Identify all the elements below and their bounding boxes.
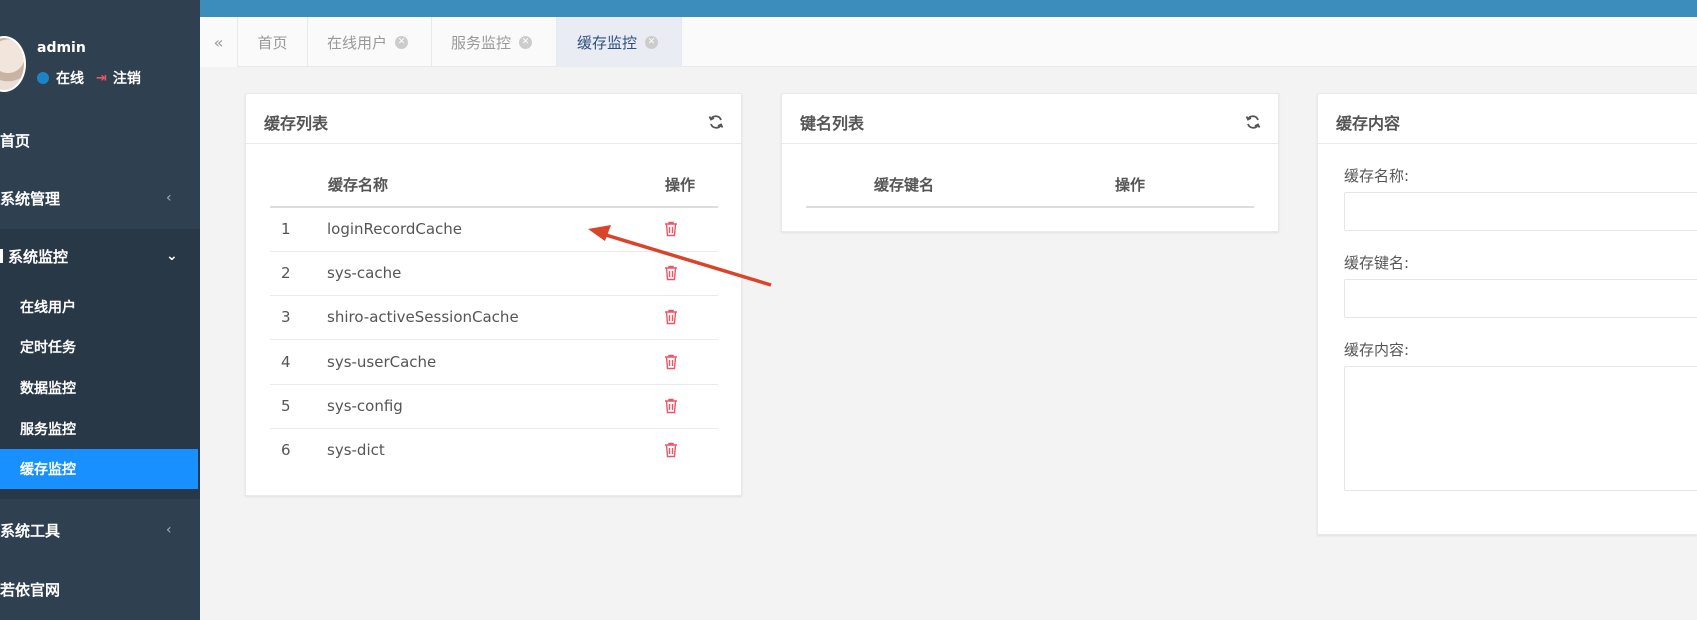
chevron-left-icon: ‹ — [166, 190, 172, 206]
divider — [270, 428, 718, 429]
cache-content-label: 缓存内容: — [1344, 341, 1410, 359]
sidebar-item-system-monitor[interactable]: 系统监控 ⌄ — [0, 244, 200, 268]
chevron-left-icon: ‹ — [166, 522, 172, 538]
trash-icon[interactable] — [664, 398, 678, 414]
online-label: 在线 — [56, 71, 84, 87]
column-header-operation: 操作 — [665, 176, 696, 194]
column-header-operation: 操作 — [1115, 176, 1146, 194]
sidebar-item-online-users[interactable]: 在线用户 — [20, 297, 76, 317]
row-index: 5 — [281, 397, 291, 415]
avatar[interactable] — [0, 36, 26, 92]
divider — [270, 339, 718, 340]
tab-label: 在线用户 — [327, 33, 388, 52]
panel-title: 缓存内容 — [1336, 114, 1401, 133]
monitor-icon — [0, 249, 3, 263]
cache-content-panel: 缓存内容 缓存名称: 缓存键名: 缓存内容: — [1317, 93, 1697, 535]
divider — [270, 384, 718, 385]
tab-label: 缓存监控 — [577, 33, 638, 52]
sidebar-item-label: 系统工具 — [0, 521, 61, 540]
sidebar-item-label: 首页 — [0, 131, 31, 150]
cache-name[interactable]: shiro-activeSessionCache — [327, 308, 519, 326]
user-status: 在线 ⇥ 注销 — [37, 68, 141, 88]
table-header-line — [806, 206, 1254, 208]
sidebar-item-home[interactable]: 首页 — [0, 128, 200, 152]
refresh-icon[interactable] — [1245, 114, 1261, 130]
panel-title: 键名列表 — [800, 114, 865, 133]
sidebar-item-system-admin[interactable]: 系统管理 ‹ — [0, 186, 200, 210]
key-list-panel: 键名列表 缓存键名 操作 — [781, 93, 1279, 232]
close-icon[interactable]: ✕ — [519, 35, 533, 49]
sidebar-item-label: 若依官网 — [0, 580, 61, 599]
divider — [270, 295, 718, 296]
column-header-name: 缓存名称 — [328, 176, 389, 194]
tab-label: 首页 — [257, 33, 288, 52]
tab-home[interactable]: 首页 — [238, 17, 308, 67]
divider — [246, 143, 741, 144]
row-index: 1 — [281, 220, 291, 238]
row-index: 4 — [281, 353, 291, 371]
sidebar-item-server-monitor[interactable]: 服务监控 — [20, 419, 76, 439]
trash-icon[interactable] — [664, 309, 678, 325]
column-header-key: 缓存键名 — [874, 176, 935, 194]
tab-scroll-left-icon[interactable]: « — [200, 17, 238, 67]
trash-icon[interactable] — [664, 221, 678, 237]
tab-cache-monitor[interactable]: 缓存监控 ✕ — [557, 17, 682, 67]
cache-name[interactable]: sys-dict — [327, 441, 385, 459]
trash-icon[interactable] — [664, 442, 678, 458]
cache-content-textarea[interactable] — [1344, 366, 1697, 491]
sidebar-item-label: 系统管理 — [0, 189, 61, 208]
cache-key-field[interactable] — [1344, 279, 1697, 318]
sidebar-item-ruoyi-site[interactable]: 若依官网 — [0, 577, 200, 601]
cache-name[interactable]: loginRecordCache — [327, 220, 462, 238]
divider — [270, 251, 718, 252]
sidebar-item-data-monitor[interactable]: 数据监控 — [20, 378, 76, 398]
cache-list-panel: 缓存列表 缓存名称 操作 1 loginRecordCache 2 sys-ca… — [245, 93, 742, 496]
cache-name[interactable]: sys-config — [327, 397, 403, 415]
chevron-down-icon: ⌄ — [166, 248, 178, 264]
cache-name-field[interactable] — [1344, 192, 1697, 231]
cache-key-label: 缓存键名: — [1344, 254, 1410, 272]
tab-label: 服务监控 — [451, 33, 512, 52]
sidebar: admin 在线 ⇥ 注销 首页 系统管理 ‹ 系统监控 ⌄ 在线用户 定时任务… — [0, 0, 200, 620]
row-index: 2 — [281, 264, 291, 282]
trash-icon[interactable] — [664, 265, 678, 281]
sidebar-item-cache-monitor[interactable]: 缓存监控 — [20, 459, 76, 479]
top-header-bar — [0, 0, 1697, 17]
panel-title: 缓存列表 — [264, 114, 329, 133]
logout-icon[interactable]: ⇥ — [96, 71, 107, 86]
sidebar-item-label: 系统监控 — [8, 247, 69, 266]
user-panel: admin 在线 ⇥ 注销 — [0, 0, 200, 114]
sidebar-item-system-tools[interactable]: 系统工具 ‹ — [0, 518, 200, 542]
user-name: admin — [37, 40, 86, 56]
tab-server-monitor[interactable]: 服务监控 ✕ — [432, 17, 557, 67]
divider — [782, 143, 1278, 144]
cache-name[interactable]: sys-cache — [327, 264, 401, 282]
row-index: 3 — [281, 308, 291, 326]
close-icon[interactable]: ✕ — [395, 35, 409, 49]
close-icon[interactable]: ✕ — [645, 35, 659, 49]
tab-online-users[interactable]: 在线用户 ✕ — [308, 17, 432, 67]
trash-icon[interactable] — [664, 354, 678, 370]
table-header-line — [270, 206, 718, 208]
logout-link[interactable]: 注销 — [113, 68, 141, 88]
online-status-icon — [37, 72, 49, 84]
cache-name-label: 缓存名称: — [1344, 167, 1410, 185]
row-index: 6 — [281, 441, 291, 459]
sidebar-item-scheduled-tasks[interactable]: 定时任务 — [20, 337, 76, 357]
divider — [1318, 143, 1697, 144]
cache-name[interactable]: sys-userCache — [327, 353, 436, 371]
refresh-icon[interactable] — [708, 114, 724, 130]
